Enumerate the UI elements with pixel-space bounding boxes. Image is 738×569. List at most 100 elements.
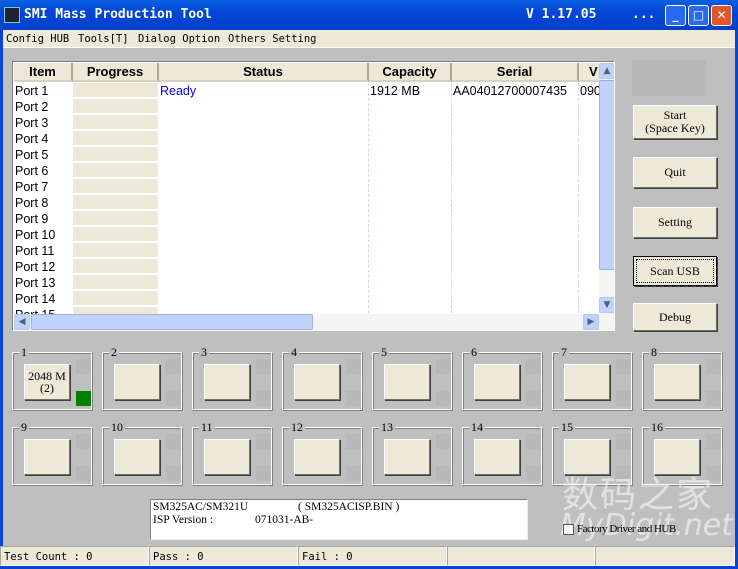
port-group-label: 8 [649,345,659,360]
minimize-button[interactable]: _ [665,5,686,26]
scroll-down-button[interactable]: ▼ [599,297,614,313]
port-button[interactable] [474,439,520,475]
table-row[interactable]: Port 2 [15,99,158,115]
status-fail: Fail : 0 [298,546,447,566]
port-button[interactable]: 2048 M (2) [24,364,70,400]
table-row[interactable]: Port 8 [15,195,158,211]
port-status-indicator [706,391,721,406]
port-group-14: 14 [462,420,542,485]
status-cell: Ready [160,84,197,98]
port-button[interactable] [294,364,340,400]
column-serial[interactable]: Serial [452,63,579,82]
port-status-indicator [256,466,271,481]
scroll-left-button[interactable]: ◀ [14,314,30,330]
isp-version-label: ISP Version : [153,514,214,526]
table-row[interactable]: Port 1 [15,83,158,99]
debug-button[interactable]: Debug [633,303,717,331]
port-group-1: 1 2048 M (2) [12,345,92,410]
port-group-9: 9 [12,420,92,485]
port-group-16: 16 [642,420,722,485]
port-group-15: 15 [552,420,632,485]
table-row[interactable]: Port 7 [15,179,158,195]
port-indicator-top [76,434,91,449]
column-progress[interactable]: Progress [73,63,159,82]
column-item[interactable]: Item [14,63,73,82]
port-button[interactable] [114,439,160,475]
port-name: Port 13 [15,276,56,290]
maximize-button[interactable]: □ [688,5,709,26]
close-button[interactable]: ✕ [711,5,732,26]
port-indicator-top [166,434,181,449]
port-button[interactable] [204,364,250,400]
progress-bar [73,291,158,306]
port-group-5: 5 [372,345,452,410]
menu-tools[interactable]: Tools[T] [78,33,129,45]
setting-button[interactable]: Setting [633,207,717,238]
progress-bar [73,83,158,98]
port-indicator-top [346,359,361,374]
scroll-right-button[interactable]: ▶ [583,314,599,330]
port-name: Port 6 [15,164,49,178]
app-icon [4,7,20,23]
scroll-up-button[interactable]: ▲ [599,63,614,79]
table-row[interactable]: Port 12 [15,259,158,275]
horizontal-scroll-thumb[interactable] [31,314,313,330]
table-row[interactable]: Port 6 [15,163,158,179]
menu-dialog-option[interactable]: Dialog Option [138,33,220,45]
horizontal-scrollbar[interactable]: ◀ ▶ [14,314,614,330]
factory-driver-checkbox[interactable]: Factory Driver and HUB [563,523,676,535]
port-group-8: 8 [642,345,722,410]
table-row[interactable]: Port 5 [15,147,158,163]
table-row[interactable]: Port 14 [15,291,158,307]
port-button[interactable] [114,364,160,400]
port-group-7: 7 [552,345,632,410]
vertical-scrollbar[interactable]: ▲ ▼ [599,63,614,314]
table-row[interactable]: Port 13 [15,275,158,291]
port-button[interactable] [654,364,700,400]
status-pass: Pass : 0 [149,546,298,566]
table-row[interactable]: Port 3 [15,115,158,131]
port-name: Port 4 [15,132,49,146]
port-list[interactable]: Item Progress Status Capacity Serial V P… [12,61,615,331]
port-button[interactable] [474,364,520,400]
menu-config-hub[interactable]: Config HUB [6,33,69,45]
progress-bar [73,115,158,130]
port-button[interactable] [564,439,610,475]
port-name: Port 5 [15,148,49,162]
port-group-3: 3 [192,345,272,410]
port-group-label: 2 [109,345,119,360]
port-button[interactable] [204,439,250,475]
port-button[interactable] [24,439,70,475]
table-row[interactable]: Port 9 [15,211,158,227]
port-group-label: 5 [379,345,389,360]
port-button[interactable] [384,439,430,475]
menu-bar: Config HUB Tools[T] Dialog Option Others… [3,30,735,48]
menu-others-setting[interactable]: Others Setting [228,33,317,45]
quit-button[interactable]: Quit [633,157,717,188]
port-button[interactable] [384,364,430,400]
serial-cell: AA04012700007435 [453,84,568,98]
port-indicator-top [526,359,541,374]
start-button[interactable]: Start (Space Key) [633,105,717,139]
port-group-4: 4 [282,345,362,410]
port-name: Port 1 [15,84,49,98]
port-indicator-top [76,359,91,374]
column-capacity[interactable]: Capacity [369,63,452,82]
vertical-scroll-thumb[interactable] [599,80,614,270]
port-status-indicator [616,466,631,481]
port-indicator-top [706,434,721,449]
table-row[interactable]: Port 10 [15,227,158,243]
column-status[interactable]: Status [159,63,369,82]
chevron-left-icon: ◀ [18,317,26,327]
checkbox-box[interactable] [563,523,574,535]
scan-usb-button[interactable]: Scan USB [633,256,717,286]
port-button[interactable] [654,439,700,475]
progress-bar [73,227,158,242]
status-empty-1 [447,546,595,566]
port-button[interactable] [564,364,610,400]
start-shortcut-label: (Space Key) [645,121,705,135]
port-button[interactable] [294,439,340,475]
table-row[interactable]: Port 4 [15,131,158,147]
isp-version-value: 071031-AB- [255,514,314,526]
table-row[interactable]: Port 11 [15,243,158,259]
